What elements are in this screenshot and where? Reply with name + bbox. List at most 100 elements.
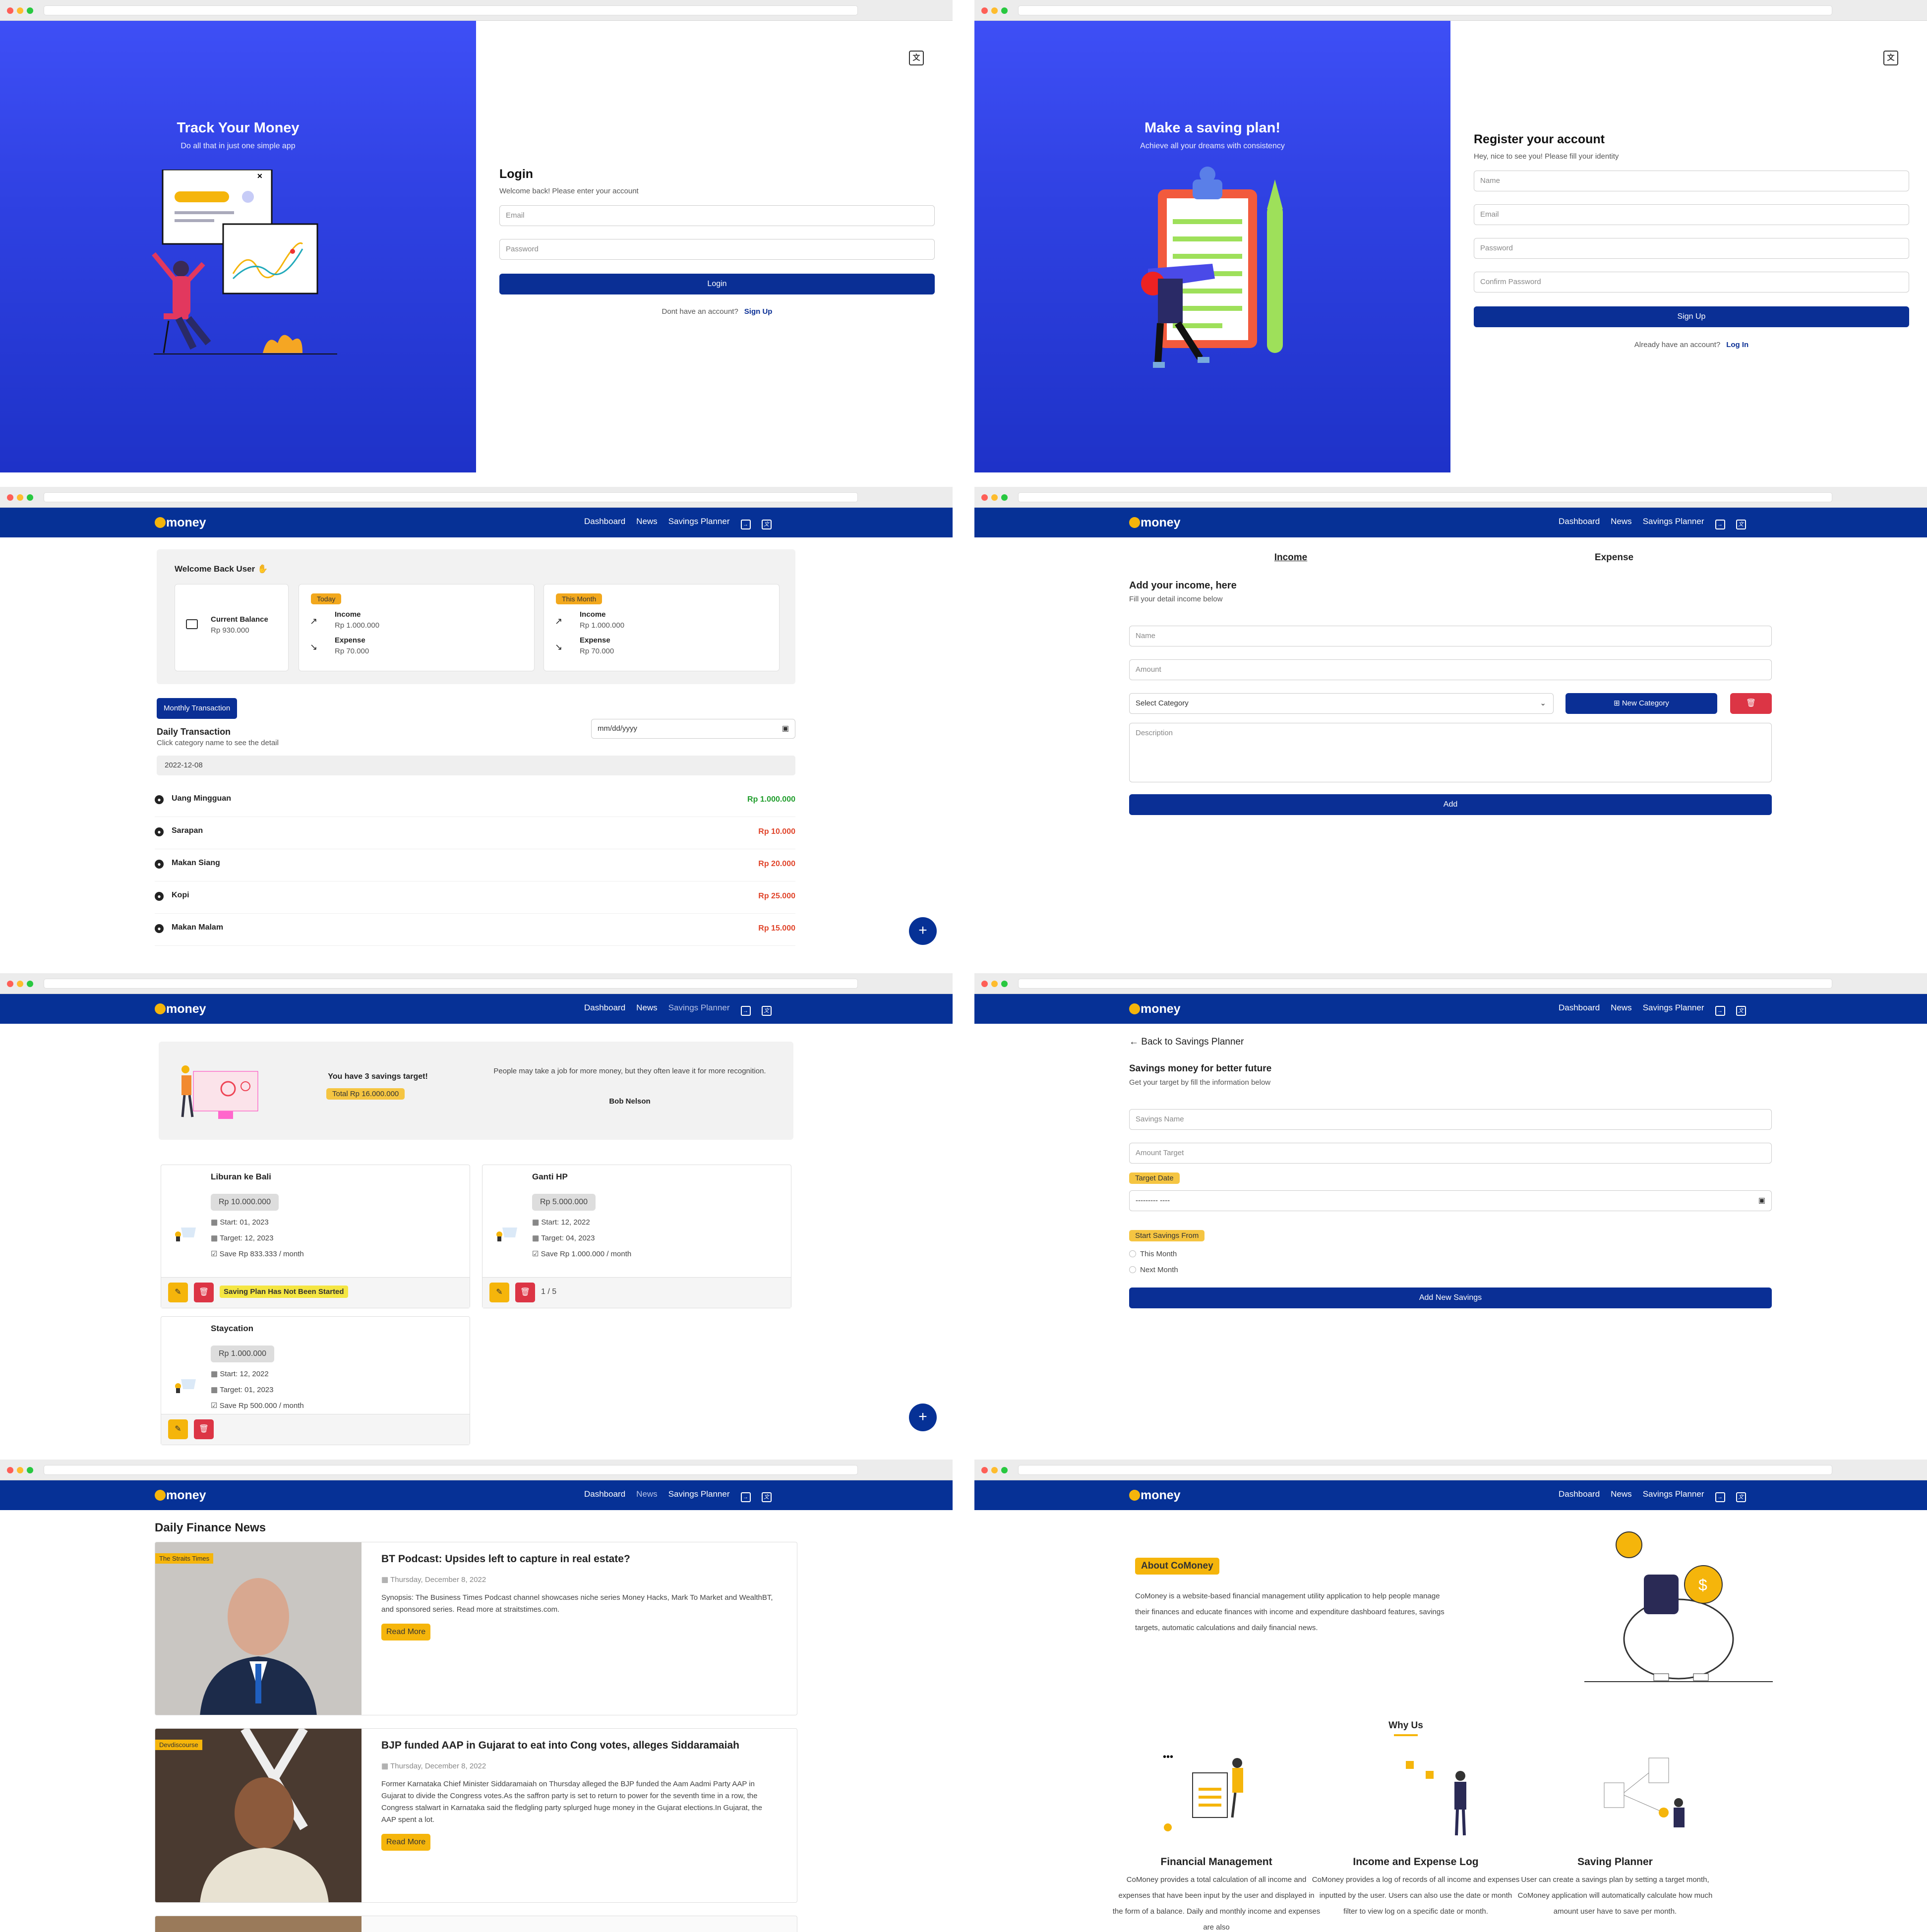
radio-circle[interactable] [1129,1266,1136,1273]
logo[interactable]: money [1129,1488,1181,1503]
savings-name-field[interactable]: Savings Name [1129,1109,1772,1130]
url-bar[interactable] [44,979,858,989]
url-bar[interactable] [44,1465,858,1475]
nav-news[interactable]: News [1611,1003,1632,1012]
add-button[interactable]: Add [1129,794,1772,815]
logout-icon[interactable]: → [740,1492,751,1502]
edit-button[interactable]: ✎ [489,1283,509,1302]
nav-savings-planner[interactable]: Savings Planner [1643,1003,1704,1012]
nav-savings-planner[interactable]: Savings Planner [668,1489,730,1499]
logo[interactable]: money [155,516,206,530]
read-more-button[interactable]: Read More [381,1624,431,1640]
add-savings-submit[interactable]: Add New Savings [1129,1288,1772,1308]
nav-savings-planner[interactable]: Savings Planner [668,1003,730,1012]
edit-button[interactable]: ✎ [168,1283,188,1302]
url-bar[interactable] [44,492,858,502]
delete-category-button[interactable]: 🗑 [1730,693,1772,714]
signup-button[interactable]: Sign Up [1474,306,1909,327]
radio-next-month[interactable]: Next Month [1129,1266,1178,1274]
category-select[interactable]: Select Category ⌄ [1129,693,1554,714]
signup-link[interactable]: Sign Up [744,307,773,316]
logout-icon[interactable]: → [740,1006,751,1016]
nav-savings-planner[interactable]: Savings Planner [1643,517,1704,526]
translate-icon[interactable]: 文 [1736,520,1746,529]
description-field[interactable]: Description [1129,723,1772,782]
delete-button[interactable]: 🗑 [515,1283,535,1302]
logo[interactable]: money [1129,1002,1181,1016]
tab-expense[interactable]: Expense [1589,552,1639,563]
translate-icon[interactable]: 文 [761,1006,772,1016]
translate-icon[interactable]: 文 [1736,1006,1746,1016]
logo[interactable]: money [155,1488,206,1503]
url-bar[interactable] [1018,5,1832,15]
delete-button[interactable]: 🗑 [194,1419,214,1439]
news-headline[interactable]: BT Podcast: Upsides left to capture in r… [381,1553,778,1565]
nav-news[interactable]: News [636,517,658,526]
nav-dashboard[interactable]: Dashboard [584,1489,625,1499]
nav-savings-planner[interactable]: Savings Planner [668,517,730,526]
tab-income[interactable]: Income [1271,552,1311,563]
logo[interactable]: money [1129,516,1181,530]
category-name[interactable]: Uang Mingguan [172,794,231,803]
nav-dashboard[interactable]: Dashboard [584,517,625,526]
category-name[interactable]: Makan Malam [172,923,223,932]
nav-savings-planner[interactable]: Savings Planner [1643,1489,1704,1499]
translate-icon[interactable]: 文 [761,520,772,529]
email-field[interactable]: Email [499,205,935,226]
register-subtitle: Hey, nice to see you! Please fill your i… [1474,152,1619,161]
logout-icon[interactable]: → [740,520,751,529]
transaction-row[interactable]: ● Makan Malam Rp 15.000 [155,914,795,946]
url-bar[interactable] [44,5,858,15]
nav-dashboard[interactable]: Dashboard [1559,1003,1600,1012]
url-bar[interactable] [1018,1465,1832,1475]
password-field[interactable]: Password [499,239,935,260]
url-bar[interactable] [1018,492,1832,502]
amount-field[interactable]: Amount [1129,659,1772,680]
nav-dashboard[interactable]: Dashboard [1559,1489,1600,1499]
edit-button[interactable]: ✎ [168,1419,188,1439]
logout-icon[interactable]: → [1715,1006,1725,1016]
logout-icon[interactable]: → [1715,1492,1725,1502]
nav-news[interactable]: News [1611,1489,1632,1499]
category-name[interactable]: Sarapan [172,826,203,835]
category-name[interactable]: Kopi [172,891,189,900]
add-savings-button[interactable]: + [909,1404,937,1431]
translate-icon[interactable]: 文 [1883,51,1898,65]
radio-circle[interactable] [1129,1250,1136,1257]
url-bar[interactable] [1018,979,1832,989]
monthly-transaction-button[interactable]: Monthly Transaction [157,698,238,719]
transaction-row[interactable]: ● Sarapan Rp 10.000 [155,818,795,849]
logout-icon[interactable]: → [1715,520,1725,529]
radio-this-month[interactable]: This Month [1129,1250,1177,1258]
target-date-field[interactable]: --------- ---- ▣ [1129,1190,1772,1211]
category-name[interactable]: Makan Siang [172,859,220,868]
confirm-password-field[interactable]: Confirm Password [1474,272,1909,293]
amount-target-field[interactable]: Amount Target [1129,1143,1772,1164]
back-link[interactable]: ← Back to Savings Planner [1129,1037,1244,1048]
nav-dashboard[interactable]: Dashboard [584,1003,625,1012]
news-headline[interactable]: BJP funded AAP in Gujarat to eat into Co… [381,1740,778,1752]
email-field[interactable]: Email [1474,204,1909,225]
date-filter[interactable]: mm/dd/yyyy ▣ [591,719,795,739]
name-field[interactable]: Name [1129,626,1772,646]
nav-dashboard[interactable]: Dashboard [1559,517,1600,526]
translate-icon[interactable]: 文 [909,51,924,65]
transaction-row[interactable]: ● Kopi Rp 25.000 [155,882,795,914]
nav-news[interactable]: News [1611,517,1632,526]
new-category-button[interactable]: ⊞ New Category [1566,693,1717,714]
login-link[interactable]: Log In [1726,341,1748,349]
today-card: Today ↗ Income Rp 1.000.000 ↘ Expense Rp… [299,584,535,671]
name-field[interactable]: Name [1474,171,1909,191]
translate-icon[interactable]: 文 [761,1492,772,1502]
logo[interactable]: money [155,1002,206,1016]
translate-icon[interactable]: 文 [1736,1492,1746,1502]
nav-news[interactable]: News [636,1489,658,1499]
transaction-row[interactable]: ● Makan Siang Rp 20.000 [155,850,795,881]
nav-news[interactable]: News [636,1003,658,1012]
transaction-row[interactable]: ● Uang Mingguan Rp 1.000.000 [155,785,795,817]
password-field[interactable]: Password [1474,238,1909,259]
login-button[interactable]: Login [499,274,935,294]
read-more-button[interactable]: Read More [381,1834,431,1851]
delete-button[interactable]: 🗑 [194,1283,214,1302]
add-transaction-button[interactable]: + [909,917,937,945]
